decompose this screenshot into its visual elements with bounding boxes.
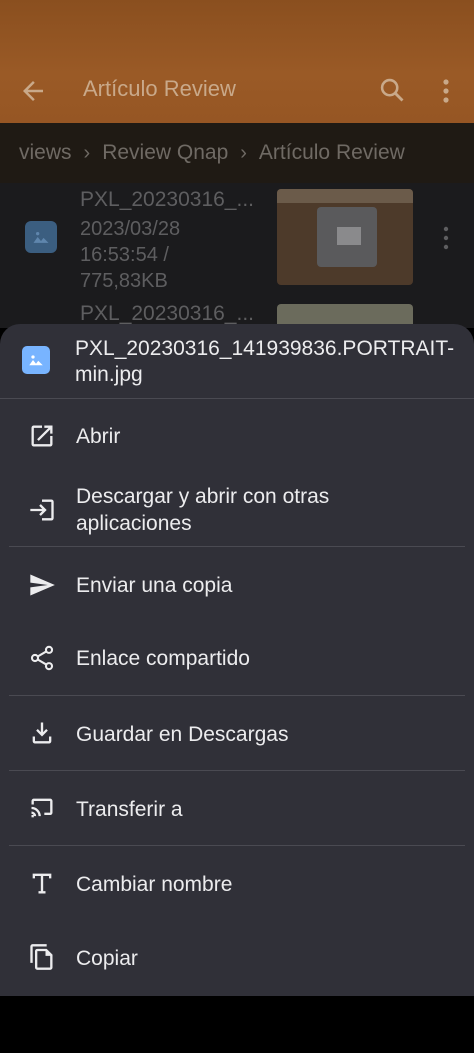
action-label: Guardar en Descargas xyxy=(76,723,289,746)
send-copy-action[interactable]: Enviar una copia xyxy=(0,547,474,621)
breadcrumb-item[interactable]: views xyxy=(19,141,72,165)
action-label: Descargar y abrir con otras aplicaciones xyxy=(76,485,330,535)
breadcrumb-item[interactable]: Review Qnap xyxy=(102,141,228,165)
breadcrumb-item[interactable]: Artículo Review xyxy=(259,141,405,165)
send-icon xyxy=(28,571,56,599)
open-in-new-icon xyxy=(28,422,56,450)
transfer-to-action[interactable]: Transferir a xyxy=(0,771,474,845)
action-label: Cambiar nombre xyxy=(76,873,233,896)
file-size: 775,83KB xyxy=(80,270,168,292)
arrow-left-icon[interactable] xyxy=(18,76,48,106)
cast-icon xyxy=(28,794,56,822)
more-vert-icon[interactable] xyxy=(440,225,452,251)
sheet-file-name: PXL_20230316_141939836.PORTRAIT-min.jpg xyxy=(75,337,455,386)
share-icon xyxy=(28,644,56,672)
file-name: PXL_20230316_... xyxy=(80,302,254,325)
sheet-header: PXL_20230316_141939836.PORTRAIT-min.jpg xyxy=(0,324,474,399)
login-arrow-icon xyxy=(28,496,56,524)
action-label: Transferir a xyxy=(76,798,183,821)
rename-action[interactable]: Cambiar nombre xyxy=(0,846,474,920)
app-bar: Artículo Review xyxy=(0,0,474,123)
download-and-open-action[interactable]: Descargar y abrir con otras aplicaciones xyxy=(0,472,474,546)
text-rename-icon xyxy=(28,869,56,897)
copy-action[interactable]: Copiar xyxy=(0,920,474,994)
image-file-icon xyxy=(25,221,57,253)
copy-icon xyxy=(28,943,56,971)
open-action[interactable]: Abrir xyxy=(0,400,474,472)
action-label: Abrir xyxy=(76,425,121,448)
action-label: Enviar una copia xyxy=(76,574,233,597)
chevron-right-icon: › xyxy=(240,141,247,164)
list-item[interactable]: PXL_20230316_... 2023/03/28 16:53:54 / 7… xyxy=(0,183,474,303)
file-list: PXL_20230316_... 2023/03/28 16:53:54 / 7… xyxy=(0,183,474,334)
save-to-downloads-action[interactable]: Guardar en Descargas xyxy=(0,696,474,770)
system-navigation-bar xyxy=(0,996,474,1053)
file-date: 2023/03/28 xyxy=(80,218,181,240)
bottom-sheet: PXL_20230316_141939836.PORTRAIT-min.jpg … xyxy=(0,324,474,996)
action-label: Copiar xyxy=(76,947,138,970)
image-file-icon xyxy=(22,346,50,374)
chevron-right-icon: › xyxy=(83,141,91,164)
page-title: Artículo Review xyxy=(83,76,236,101)
download-icon xyxy=(28,719,56,747)
file-thumbnail xyxy=(277,189,413,285)
more-vert-icon[interactable] xyxy=(436,76,456,106)
breadcrumb: views › Review Qnap › Artículo Review xyxy=(0,123,474,183)
file-name: PXL_20230316_... xyxy=(80,188,254,211)
search-icon[interactable] xyxy=(378,76,406,104)
shared-link-action[interactable]: Enlace compartido xyxy=(0,621,474,695)
action-label: Enlace compartido xyxy=(76,647,250,670)
divider xyxy=(0,398,474,399)
file-time: 16:53:54 / xyxy=(80,244,169,266)
